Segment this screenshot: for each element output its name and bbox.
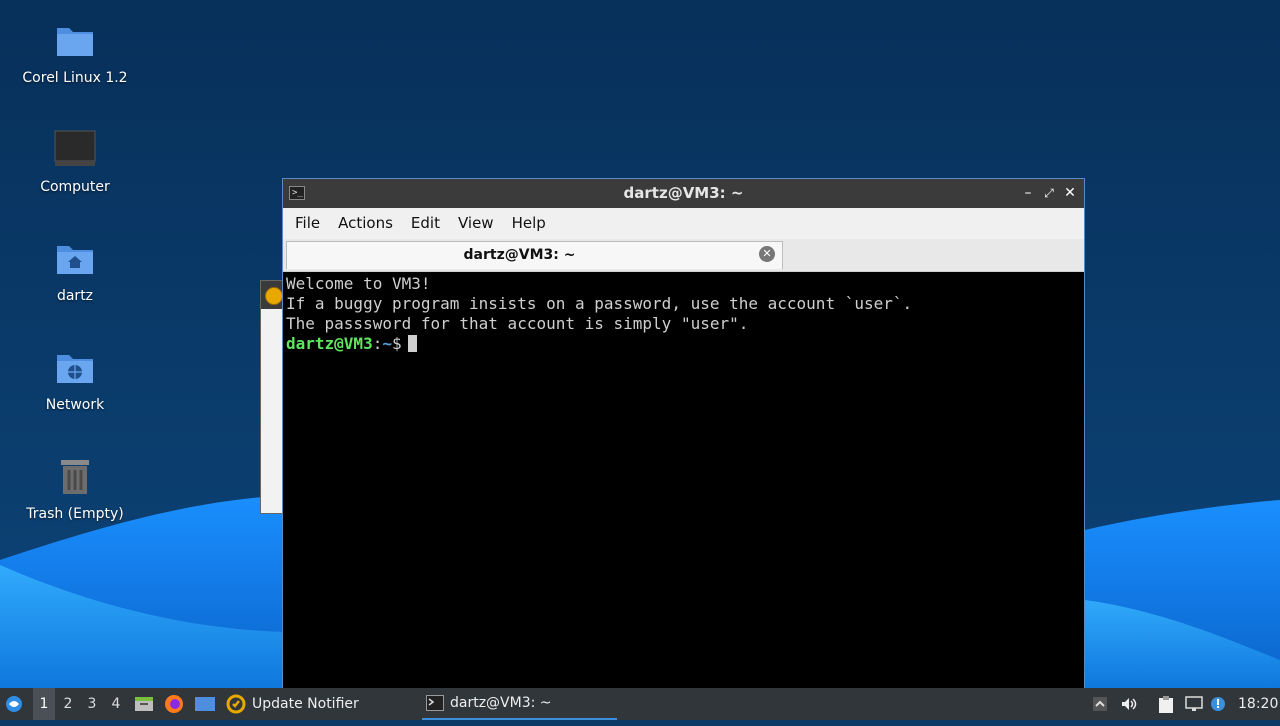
- output-line: The passsword for that account is simply…: [286, 314, 749, 333]
- terminal-icon: [426, 695, 444, 711]
- terminal-output[interactable]: Welcome to VM3! If a buggy program insist…: [283, 272, 1084, 356]
- menu-view[interactable]: View: [449, 208, 503, 239]
- desktop-icon: [195, 697, 215, 711]
- app-menu-icon: [6, 696, 22, 712]
- desktop-icon-corel[interactable]: Corel Linux 1.2: [10, 18, 140, 86]
- task-update-notifier[interactable]: Update Notifier: [222, 688, 420, 720]
- terminal-titlebar[interactable]: >_ dartz@VM3: ~ – ⤢ ✕: [283, 179, 1084, 208]
- desktop-icon-trash[interactable]: Trash (Empty): [10, 454, 140, 522]
- maximize-button[interactable]: ⤢: [1039, 183, 1059, 203]
- text-cursor: [407, 335, 417, 352]
- prompt-separator: :: [372, 334, 383, 353]
- output-line: If a buggy program insists on a password…: [286, 294, 913, 313]
- tab-close-icon[interactable]: ✕: [759, 246, 775, 262]
- minimize-button[interactable]: –: [1018, 183, 1038, 203]
- terminal-window[interactable]: >_ dartz@VM3: ~ – ⤢ ✕ File Actions Edit …: [282, 178, 1085, 688]
- desktop-icon-label: Trash (Empty): [26, 506, 124, 522]
- folder-icon: [51, 18, 99, 66]
- clipboard-icon[interactable]: [1158, 696, 1174, 713]
- update-notifier-icon: [226, 694, 246, 714]
- workspace-3[interactable]: 3: [81, 688, 103, 720]
- computer-icon: [51, 127, 99, 175]
- prompt-user-host: dartz@VM3: [286, 334, 373, 353]
- file-manager-icon: [135, 697, 153, 711]
- tab-terminal[interactable]: dartz@VM3: ~ ✕: [286, 241, 783, 269]
- task-terminal[interactable]: dartz@VM3: ~: [422, 688, 617, 720]
- desktop-icon-network[interactable]: Network: [10, 345, 140, 413]
- menu-actions[interactable]: Actions: [329, 208, 402, 239]
- firefox-launcher[interactable]: [164, 688, 184, 720]
- close-button[interactable]: ✕: [1060, 183, 1080, 203]
- volume-icon[interactable]: [1120, 696, 1137, 712]
- prompt-path: ~: [382, 334, 392, 353]
- trash-icon: [51, 454, 99, 502]
- desktop-icon-label: Computer: [40, 179, 110, 195]
- menu-help[interactable]: Help: [503, 208, 555, 239]
- taskbar: 1 2 3 4 Update Notifier dartz@VM3: ~ 18:…: [0, 688, 1280, 720]
- task-label: Update Notifier: [252, 696, 359, 712]
- desktop-icon-label: Corel Linux 1.2: [22, 70, 128, 86]
- home-folder-icon: [51, 236, 99, 284]
- prompt-line: dartz@VM3:~$: [286, 334, 1081, 354]
- task-label: dartz@VM3: ~: [450, 695, 552, 711]
- show-desktop-button[interactable]: [194, 688, 216, 720]
- desktop-icon-computer[interactable]: Computer: [10, 127, 140, 195]
- desktop-icon-label: dartz: [56, 288, 94, 304]
- tray-expand-icon[interactable]: [1092, 696, 1108, 712]
- workspace-2[interactable]: 2: [57, 688, 79, 720]
- workspace-4[interactable]: 4: [105, 688, 127, 720]
- menu-file[interactable]: File: [286, 208, 329, 239]
- desktop: Corel Linux 1.2 Computer dartz Network T…: [0, 0, 1280, 688]
- tab-bar: dartz@VM3: ~ ✕: [283, 239, 1084, 272]
- output-line: Welcome to VM3!: [286, 274, 431, 293]
- network-folder-icon: [51, 345, 99, 393]
- file-manager-launcher[interactable]: [134, 688, 154, 720]
- tab-label: dartz@VM3: ~: [463, 247, 576, 263]
- firefox-icon: [165, 695, 183, 713]
- network-icon[interactable]: [1185, 696, 1203, 712]
- menubar: File Actions Edit View Help: [283, 208, 1084, 239]
- clock[interactable]: 18:20: [1238, 688, 1278, 720]
- desktop-icon-label: Network: [45, 397, 105, 413]
- menu-edit[interactable]: Edit: [402, 208, 449, 239]
- window-title: dartz@VM3: ~: [623, 184, 744, 202]
- workspace-1[interactable]: 1: [33, 688, 55, 720]
- app-menu-button[interactable]: [4, 688, 28, 720]
- desktop-icon-home[interactable]: dartz: [10, 236, 140, 304]
- update-notifier-icon: [265, 287, 283, 305]
- prompt-symbol: $: [391, 334, 402, 353]
- notification-icon[interactable]: [1210, 696, 1226, 712]
